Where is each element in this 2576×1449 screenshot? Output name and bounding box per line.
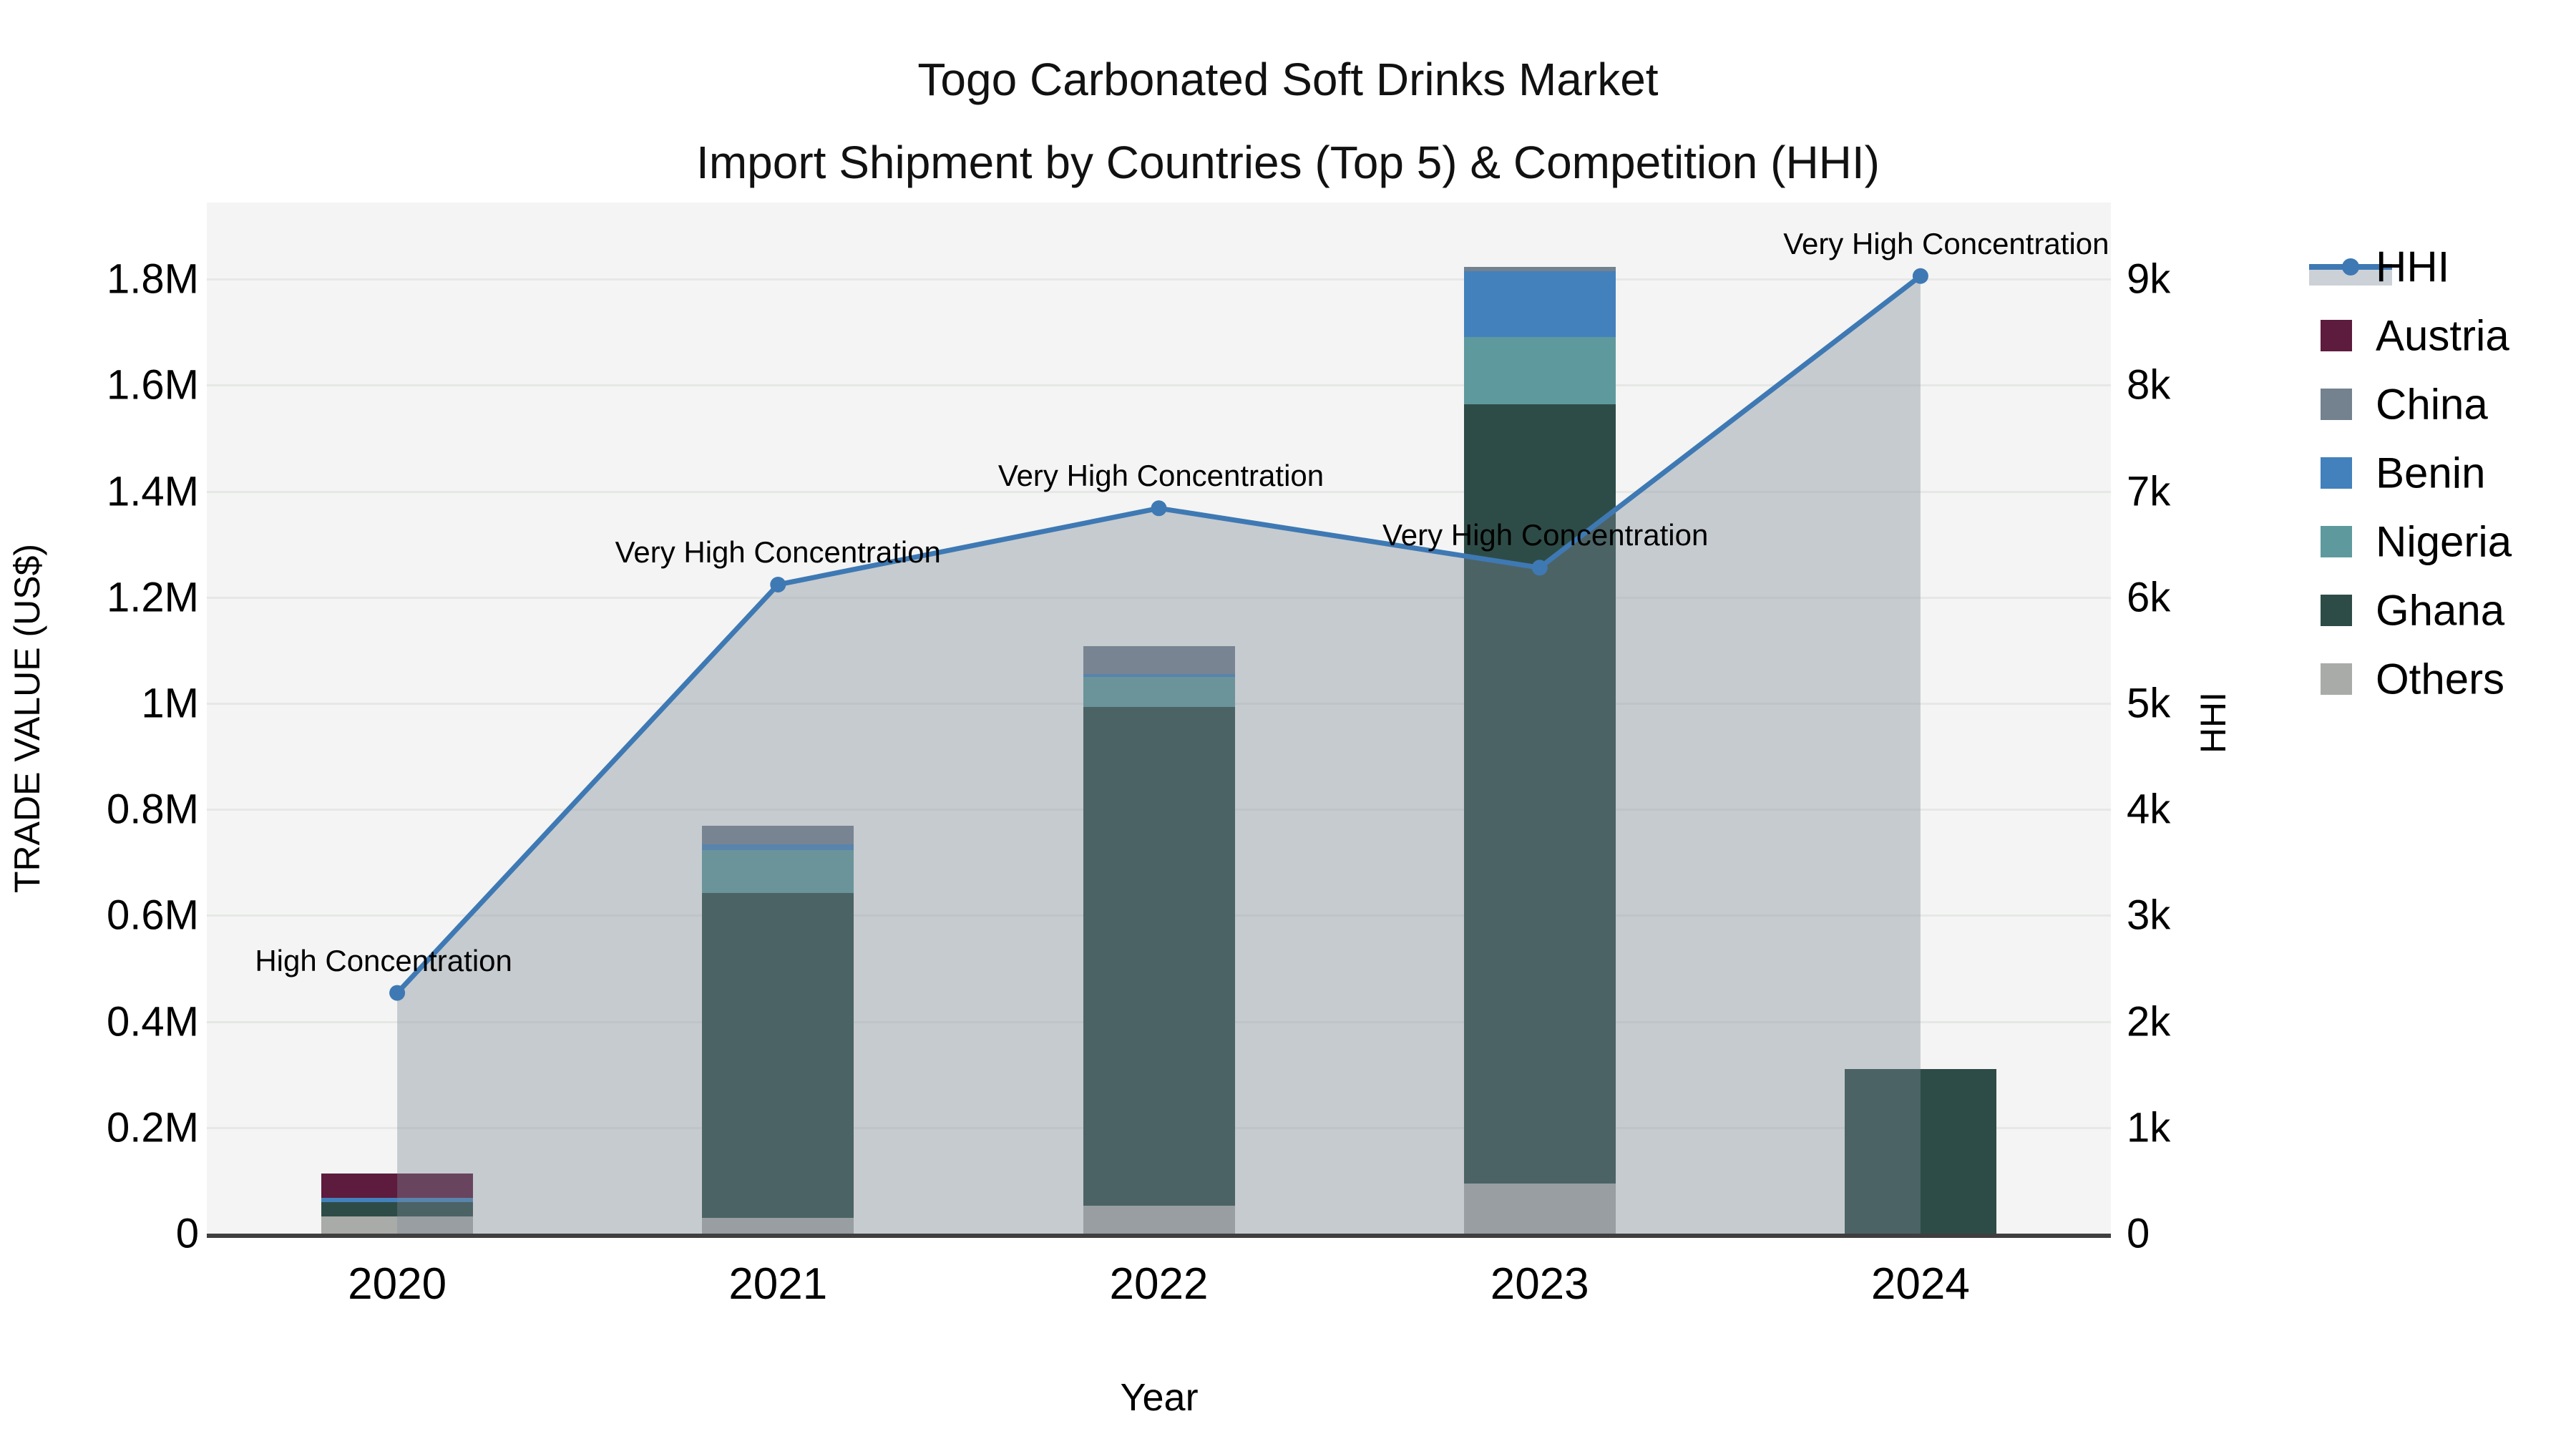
legend-label-ghana: Ghana [2376,586,2505,635]
hhi-point-2022[interactable] [1151,500,1167,517]
hhi-point-2023[interactable] [1531,560,1548,576]
hhi-area-fill [397,275,1921,1234]
legend-item-ghana[interactable]: Ghana [2301,576,2576,645]
legend-swatch-nigeria [2321,526,2352,557]
legend-swatch-austria [2321,320,2352,351]
legend-item-china[interactable]: China [2301,370,2576,439]
hhi-point-2020[interactable] [389,985,406,1001]
legend-swatch-china [2321,389,2352,420]
x-axis-line [207,1234,2111,1238]
legend: HHI Austria China Benin Nigeria Ghana Others [2301,233,2576,719]
annotation-2023: Very High Concentration [1382,518,1709,552]
legend-item-nigeria[interactable]: Nigeria [2301,507,2576,576]
legend-swatch-benin [2321,457,2352,489]
hhi-legend-marker-icon [2342,258,2359,275]
legend-label-nigeria: Nigeria [2376,517,2512,566]
annotation-2021: Very High Concentration [615,535,941,570]
legend-label-others: Others [2376,655,2505,703]
annotation-2020: High Concentration [255,943,512,977]
legend-item-benin[interactable]: Benin [2301,439,2576,507]
annotation-2024: Very High Concentration [1783,226,2109,260]
legend-swatch-ghana [2321,595,2352,626]
legend-label-china: China [2376,380,2488,429]
legend-swatch-others [2321,663,2352,695]
legend-label-austria: Austria [2376,311,2509,360]
legend-item-hhi[interactable]: HHI [2301,233,2576,301]
hhi-point-2024[interactable] [1912,268,1928,284]
legend-item-others[interactable]: Others [2301,645,2576,713]
legend-label-benin: Benin [2376,449,2486,497]
annotation-2022: Very High Concentration [997,459,1324,493]
legend-item-austria[interactable]: Austria [2301,301,2576,370]
hhi-point-2021[interactable] [770,577,786,593]
legend-label-hhi: HHI [2376,243,2450,291]
chart-figure: Togo Carbonated Soft Drinks Market Impor… [0,0,2576,1449]
hhi-line-layer [389,268,1928,1234]
